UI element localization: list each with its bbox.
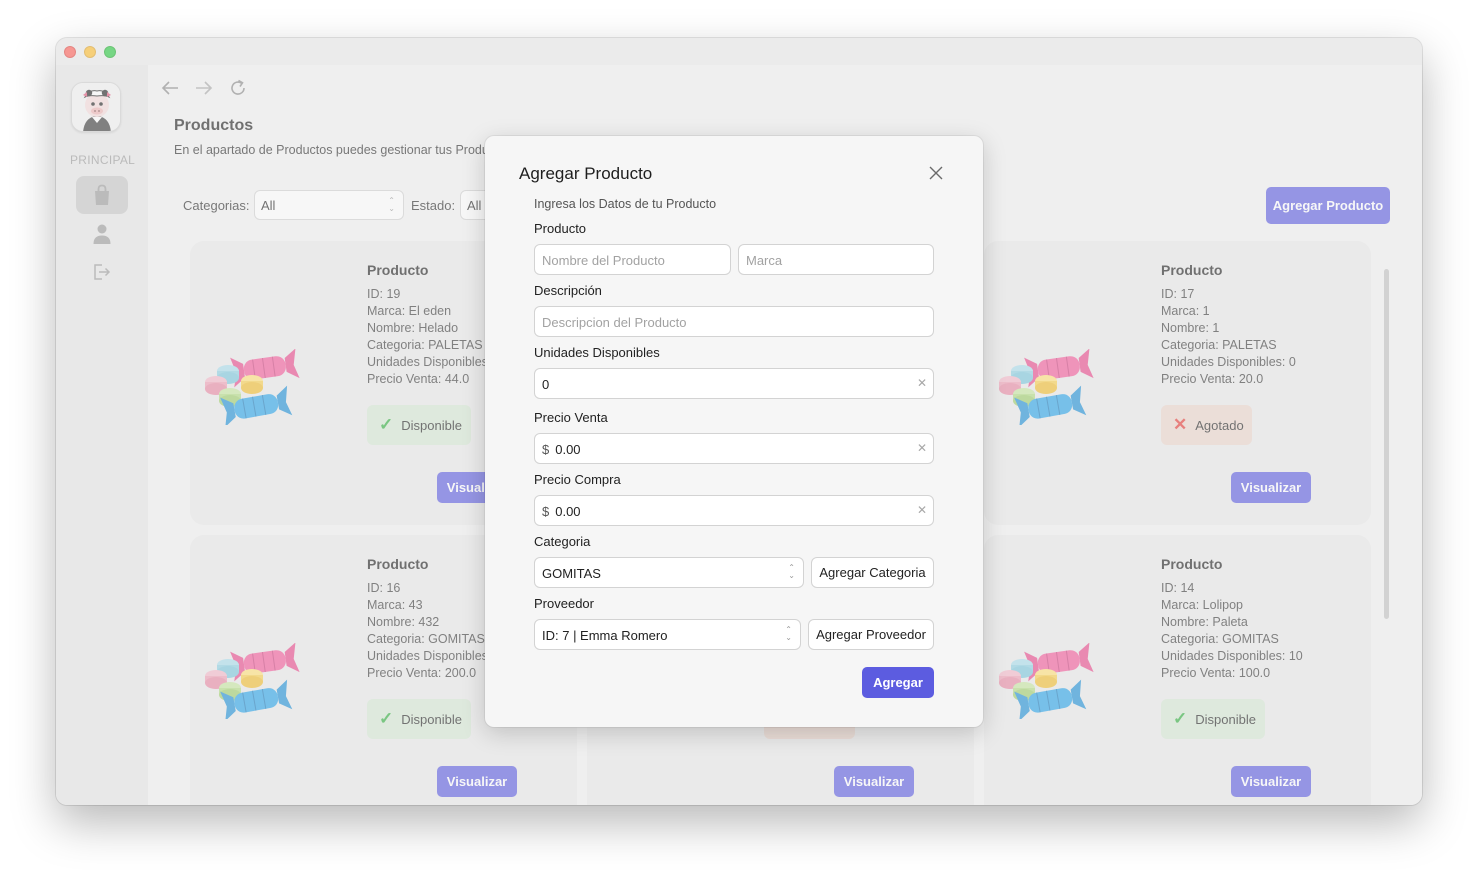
proveedor-label: Proveedor (534, 596, 594, 611)
description-input[interactable]: Descripcion del Producto (534, 306, 934, 337)
descripcion-label: Descripción (534, 283, 602, 298)
producto-label: Producto (534, 221, 587, 236)
brand-placeholder: Marca (746, 253, 783, 268)
units-value: 0 (542, 377, 550, 392)
sale-price-value: 0.00 (555, 442, 581, 457)
dialog-subtitle: Ingresa los Datos de tu Producto (534, 197, 717, 211)
app-window: PRINCIPAL Productos En el apartado de Pr… (56, 38, 1422, 805)
sale-price-input[interactable]: $0.00 ✕ (534, 433, 934, 464)
category-select[interactable]: GOMITAS ⌃ ⌄ (534, 557, 804, 588)
description-placeholder: Descripcion del Producto (542, 315, 687, 330)
product-name-placeholder: Nombre del Producto (542, 253, 665, 268)
unidades-label: Unidades Disponibles (534, 345, 660, 360)
dialog-title: Agregar Producto (519, 164, 653, 183)
add-product-dialog: Agregar Producto Ingresa los Datos de tu… (485, 136, 983, 727)
brand-input[interactable]: Marca (738, 244, 934, 275)
dialog-close-button[interactable] (926, 163, 946, 183)
currency-prefix: $ (542, 504, 550, 519)
add-category-button[interactable]: Agregar Categoria (811, 557, 934, 588)
purchase-price-value: 0.00 (555, 504, 581, 519)
supplier-value: ID: 7 | Emma Romero (542, 628, 668, 643)
close-icon (929, 166, 943, 180)
currency-prefix: $ (542, 442, 550, 457)
clear-icon[interactable]: ✕ (917, 376, 927, 390)
submit-add-button[interactable]: Agregar (862, 667, 934, 698)
product-name-input[interactable]: Nombre del Producto (534, 244, 731, 275)
units-input[interactable]: 0 ✕ (534, 368, 934, 399)
stepper-chevrons-icon: ⌃⌄ (788, 563, 795, 580)
supplier-select[interactable]: ID: 7 | Emma Romero ⌃ ⌄ (534, 619, 801, 650)
clear-icon[interactable]: ✕ (917, 503, 927, 517)
purchase-price-input[interactable]: $0.00 ✕ (534, 495, 934, 526)
precio-compra-label: Precio Compra (534, 472, 621, 487)
stepper-chevrons-icon: ⌃⌄ (785, 625, 792, 642)
clear-icon[interactable]: ✕ (917, 441, 927, 455)
category-value: GOMITAS (542, 566, 601, 581)
precio-venta-label: Precio Venta (534, 410, 608, 425)
add-supplier-button[interactable]: Agregar Proveedor (808, 619, 934, 650)
categoria-label: Categoria (534, 534, 591, 549)
